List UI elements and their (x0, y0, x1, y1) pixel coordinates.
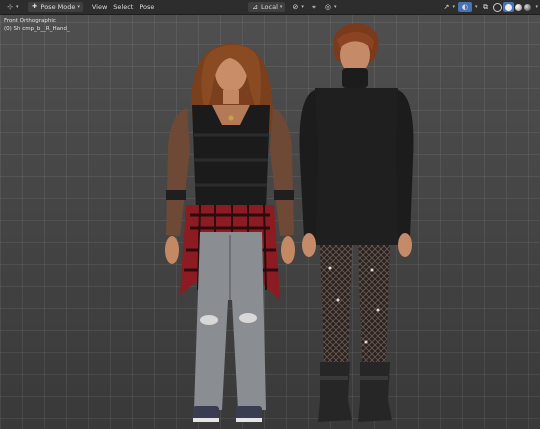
blender-window: ⊹ ▾ ✚ Pose Mode ▾ View Select Pose ⊿ Loca… (0, 0, 540, 429)
character-right[interactable] (0, 0, 540, 429)
